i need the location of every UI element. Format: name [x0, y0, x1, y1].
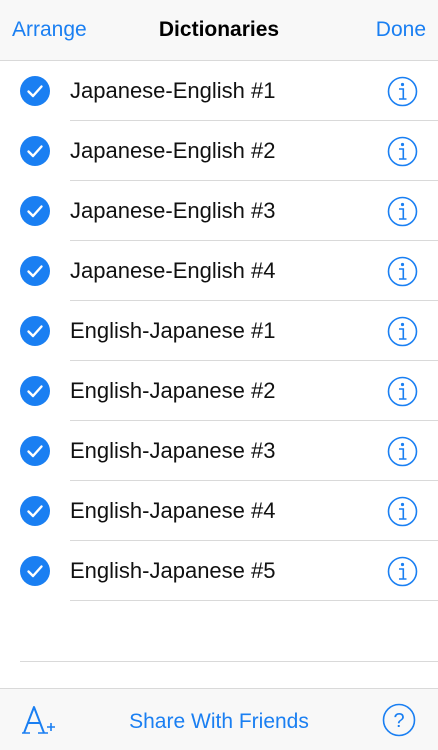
info-icon[interactable] — [387, 76, 418, 107]
checkmark-icon[interactable] — [20, 496, 50, 526]
dictionary-label: Japanese-English #3 — [70, 198, 276, 223]
navigation-bar: Arrange Dictionaries Done — [0, 0, 438, 61]
info-icon[interactable] — [387, 436, 418, 467]
svg-text:?: ? — [393, 710, 404, 732]
dictionary-row[interactable]: Japanese-English #1 — [0, 61, 438, 121]
info-icon[interactable] — [387, 316, 418, 347]
share-with-friends-button[interactable]: Share With Friends — [0, 710, 438, 734]
help-icon[interactable]: ? — [382, 703, 416, 737]
checkmark-icon[interactable] — [20, 556, 50, 586]
dictionary-list: Japanese-English #1 Japanese-English #2 Ja… — [0, 61, 438, 601]
list-bottom-separator — [20, 661, 438, 662]
dictionary-label: English-Japanese #3 — [70, 438, 276, 463]
info-icon[interactable] — [387, 256, 418, 287]
dictionary-row[interactable]: English-Japanese #5 — [0, 541, 438, 601]
info-icon[interactable] — [387, 196, 418, 227]
bottom-toolbar: Share With Friends ? — [0, 688, 438, 750]
dictionary-row[interactable]: English-Japanese #4 — [0, 481, 438, 541]
row-separator — [70, 600, 438, 601]
checkmark-icon[interactable] — [20, 316, 50, 346]
dictionary-row[interactable]: English-Japanese #1 — [0, 301, 438, 361]
checkmark-icon[interactable] — [20, 136, 50, 166]
info-icon[interactable] — [387, 496, 418, 527]
dictionary-label: Japanese-English #2 — [70, 138, 276, 163]
done-button[interactable]: Done — [376, 18, 426, 42]
info-icon[interactable] — [387, 136, 418, 167]
checkmark-icon[interactable] — [20, 436, 50, 466]
dictionary-label: English-Japanese #2 — [70, 378, 276, 403]
checkmark-icon[interactable] — [20, 196, 50, 226]
dictionary-row[interactable]: Japanese-English #2 — [0, 121, 438, 181]
dictionary-label: Japanese-English #1 — [70, 78, 276, 103]
page-title: Dictionaries — [158, 18, 280, 41]
dictionary-row[interactable]: Japanese-English #4 — [0, 241, 438, 301]
dictionary-label: English-Japanese #1 — [70, 318, 276, 343]
info-icon[interactable] — [387, 376, 418, 407]
dictionary-row[interactable]: Japanese-English #3 — [0, 181, 438, 241]
dictionary-label: English-Japanese #5 — [70, 558, 276, 583]
dictionary-row[interactable]: English-Japanese #2 — [0, 361, 438, 421]
dictionary-row[interactable]: English-Japanese #3 — [0, 421, 438, 481]
dictionary-label: Japanese-English #4 — [70, 258, 276, 283]
checkmark-icon[interactable] — [20, 376, 50, 406]
checkmark-icon[interactable] — [20, 76, 50, 106]
dictionary-label: English-Japanese #4 — [70, 498, 276, 523]
info-icon[interactable] — [387, 556, 418, 587]
checkmark-icon[interactable] — [20, 256, 50, 286]
